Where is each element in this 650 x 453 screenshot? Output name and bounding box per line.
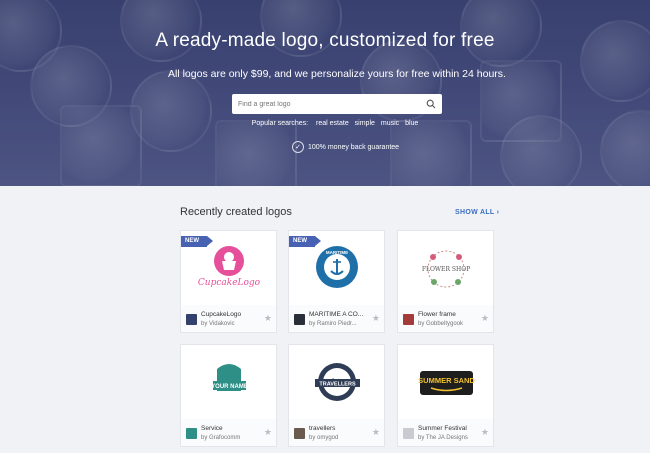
new-badge: NEW [289,236,321,247]
star-icon[interactable]: ★ [264,314,272,323]
logo-name[interactable]: Summer Festival [418,425,467,432]
travellers-logo-text: TRAVELLERS [319,382,356,388]
logo-thumbnail[interactable]: TRAVELLERS [289,345,384,420]
travellers-logo-image: TRAVELLERS [315,363,360,401]
logo-name[interactable]: Flower frame [418,311,456,318]
hero-title: A ready-made logo, customized for free [155,30,495,51]
logo-author[interactable]: by The JA Designs [418,435,468,441]
star-icon[interactable]: ★ [372,314,380,323]
summer-logo-text: SUMMER SAND [418,376,475,385]
card-meta: CupcakeLogo by Vidakovic ★ [181,305,276,332]
logo-author[interactable]: by Grafocomm [201,435,240,441]
hero-overlay [0,0,650,186]
search-box [232,94,442,114]
logo-card[interactable]: MARITIME NEW MARITIME A CO... by Ramiro … [288,230,385,333]
logo-card[interactable]: TRAVELLERS travellers by omygod ★ [288,344,385,447]
card-meta: Flower frame by Gobbeltygook ★ [398,305,493,332]
popular-term-link[interactable]: simple [355,120,375,127]
logo-author[interactable]: by Vidakovic [201,321,235,327]
card-meta: Service by Grafocomm ★ [181,419,276,446]
author-avatar[interactable] [294,314,305,325]
logo-thumbnail[interactable]: FLOWER SHOP [398,231,493,306]
author-avatar[interactable] [186,314,197,325]
logo-card[interactable]: YOUR NAME Service by Grafocomm ★ [180,344,277,447]
card-meta: travellers by omygod ★ [289,419,384,446]
flower-logo-text: FLOWER SHOP [422,266,470,273]
logo-card[interactable]: SUMMER SAND Summer Festival by The JA De… [397,344,494,447]
popular-searches: Popular searches: real estate simple mus… [0,120,650,127]
card-meta: MARITIME A CO... by Ramiro Piedr... ★ [289,305,384,332]
logo-author[interactable]: by Gobbeltygook [418,321,463,327]
popular-term-link[interactable]: music [381,120,399,127]
author-avatar[interactable] [294,428,305,439]
author-avatar[interactable] [403,428,414,439]
cupcake-logo-text: CupcakeLogo [198,278,261,288]
show-all-link[interactable]: SHOW ALL › [455,209,499,216]
logo-card[interactable]: FLOWER SHOP Flower frame by Gobbeltygook… [397,230,494,333]
popular-term-link[interactable]: blue [405,120,418,127]
author-avatar[interactable] [403,314,414,325]
card-meta: Summer Festival by The JA Designs ★ [398,419,493,446]
logo-author[interactable]: by omygod [309,435,338,441]
star-icon[interactable]: ★ [372,428,380,437]
logo-card[interactable]: CupcakeLogo NEW CupcakeLogo by Vidakovic… [180,230,277,333]
logo-name[interactable]: travellers [309,425,335,432]
popular-term-link[interactable]: real estate [316,120,349,127]
logo-name[interactable]: CupcakeLogo [201,311,241,318]
section-title: Recently created logos [180,206,292,218]
search-input[interactable] [232,94,418,114]
author-avatar[interactable] [186,428,197,439]
guarantee-text: 100% money back guarantee [308,143,400,151]
summer-festival-logo-image: SUMMER SAND [418,371,475,395]
logo-name[interactable]: MARITIME A CO... [309,311,363,318]
search-icon[interactable] [426,99,436,109]
service-logo-image: YOUR NAME [211,364,248,391]
star-icon[interactable]: ★ [481,428,489,437]
hero-subtitle: All logos are only $99, and we personali… [168,68,506,80]
hero-banner: A ready-made logo, customized for free A… [0,0,650,186]
logo-author[interactable]: by Ramiro Piedr... [309,321,357,327]
check-circle-icon: ✓ [292,141,304,153]
logo-thumbnail[interactable]: SUMMER SAND [398,345,493,420]
flower-logo-image: FLOWER SHOP [422,250,470,288]
maritime-logo-text: MARITIME [326,250,348,255]
logo-name[interactable]: Service [201,425,223,432]
money-back-guarantee: ✓ 100% money back guarantee [292,141,399,153]
new-badge: NEW [181,236,213,247]
star-icon[interactable]: ★ [264,428,272,437]
logo-thumbnail[interactable]: YOUR NAME [181,345,276,420]
popular-searches-label: Popular searches: [251,120,309,127]
star-icon[interactable]: ★ [481,314,489,323]
service-logo-text: YOUR NAME [211,384,248,390]
